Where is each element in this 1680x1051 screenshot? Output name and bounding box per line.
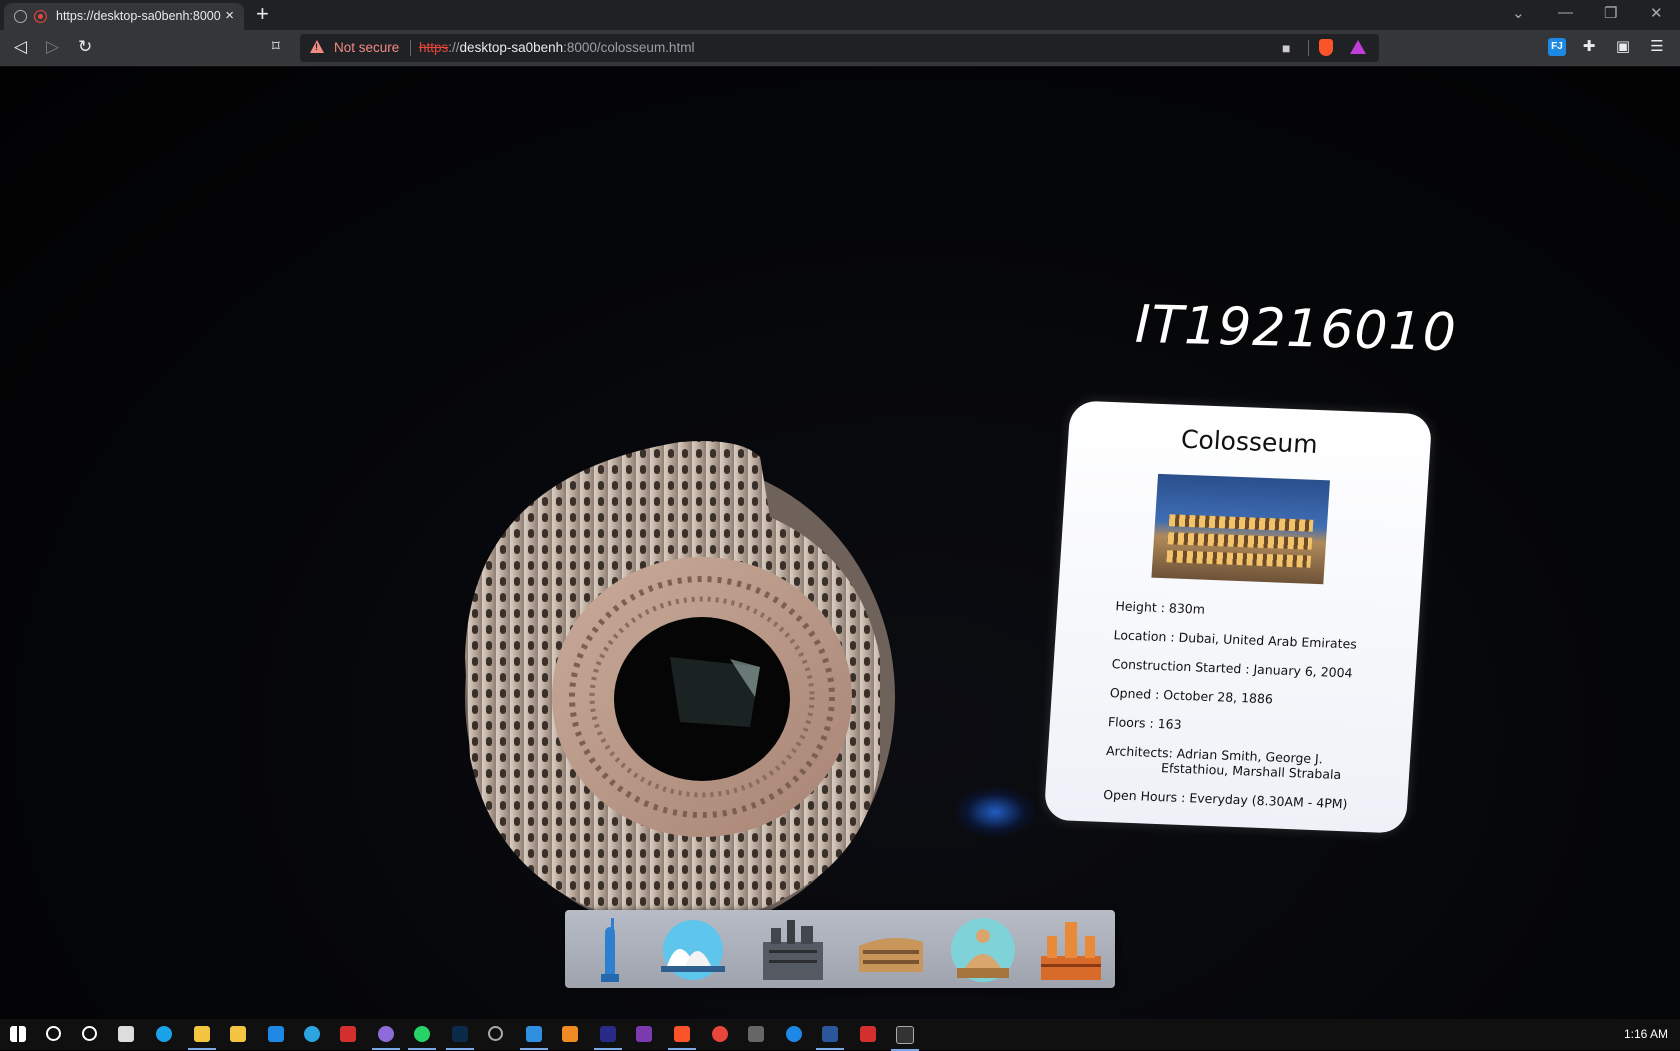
camera-icon[interactable]: ■ (1282, 40, 1290, 56)
divider (1308, 40, 1309, 56)
url-separator: :// (448, 40, 460, 55)
colosseum-icon[interactable] (855, 916, 927, 984)
opened-text: Opned : October 28, 1886 (1109, 685, 1274, 707)
reload-icon[interactable]: ↻ (78, 37, 92, 57)
statue-of-liberty-icon[interactable] (575, 916, 647, 984)
open-hours-text: Open Hours : Everyday (8.30AM - 4PM) (1102, 786, 1348, 812)
landmark-dock (565, 910, 1115, 988)
tab-title: https://desktop-sa0benh:8000 (56, 9, 221, 23)
phpstorm-icon[interactable] (636, 1026, 652, 1042)
buddha-statue-icon[interactable] (947, 916, 1019, 984)
app-purple-icon[interactable] (372, 1026, 400, 1050)
extensions-puzzle-icon[interactable]: ✚ (1580, 38, 1598, 56)
construction-text: Construction Started : January 6, 2004 (1111, 656, 1354, 681)
search-icon[interactable] (46, 1026, 61, 1041)
url-path: :8000/colosseum.html (563, 40, 695, 55)
url-scheme: https (419, 40, 449, 55)
store-icon[interactable] (230, 1026, 246, 1042)
cortana-icon[interactable] (82, 1026, 97, 1041)
intellij-icon[interactable] (594, 1026, 622, 1050)
castle-icon[interactable] (757, 916, 829, 984)
terminal-icon[interactable] (891, 1026, 919, 1051)
restore-icon[interactable]: ❐ (1604, 4, 1617, 22)
photo-arch-row (1167, 532, 1313, 550)
unity-icon[interactable] (748, 1026, 764, 1042)
globe-icon (14, 10, 27, 23)
student-id-text: IT19216010 (1134, 294, 1458, 364)
close-window-icon[interactable]: ✕ (1650, 4, 1663, 22)
photo-arch-row (1168, 514, 1314, 532)
tab-search-chevron-icon[interactable]: ⌄ (1512, 4, 1525, 22)
minimize-icon[interactable]: — (1558, 4, 1573, 21)
app-red-icon[interactable] (340, 1026, 356, 1042)
extension-fj-icon[interactable]: FJ (1548, 38, 1566, 56)
browser-toolbar: ◁ ▷ ↻ ⌑ Not secure https://desktop-sa0be… (0, 30, 1680, 67)
brave-rewards-icon[interactable] (1350, 40, 1366, 54)
url-text[interactable]: https://desktop-sa0benh:8000/colosseum.h… (419, 40, 694, 55)
whatsapp-icon[interactable] (408, 1026, 436, 1050)
brave-shields-icon[interactable] (1319, 39, 1333, 56)
close-tab-icon[interactable]: × (225, 7, 234, 24)
skype-icon[interactable] (786, 1026, 802, 1042)
marker-glow (955, 787, 1035, 837)
photo-arch-row (1166, 550, 1312, 568)
floors-text: Floors : 163 (1107, 714, 1183, 732)
card-title: Colosseum (1180, 424, 1319, 459)
menu-icon[interactable]: ☰ (1648, 38, 1666, 56)
address-bar[interactable]: Not secure https://desktop-sa0benh:8000/… (300, 34, 1379, 62)
forward-icon[interactable]: ▷ (46, 37, 59, 57)
divider (410, 40, 411, 56)
card-details: Height : 830m Location : Dubai, United A… (1102, 598, 1390, 826)
windows-taskbar: 1:16 AM (0, 1019, 1680, 1051)
photoshop-icon[interactable] (446, 1026, 474, 1050)
colosseum-3d-model[interactable] (440, 397, 910, 937)
bookmark-icon[interactable]: ⌑ (272, 37, 280, 55)
url-host: desktop-sa0benh (459, 40, 564, 55)
browser-tab[interactable]: https://desktop-sa0benh:8000 × (4, 3, 244, 30)
clock[interactable]: 1:16 AM (1624, 1027, 1668, 1041)
tab-strip: https://desktop-sa0benh:8000 × + ⌄ — ❐ ✕ (0, 0, 1680, 30)
security-status[interactable]: Not secure (334, 40, 399, 55)
info-card: Colosseum Height : 830m Location : Dubai… (1043, 400, 1433, 834)
file-explorer-icon[interactable] (188, 1026, 216, 1050)
windows-start-icon[interactable] (10, 1026, 26, 1042)
height-text: Height : 830m (1115, 598, 1206, 617)
vscode-icon[interactable] (520, 1026, 548, 1050)
warning-icon (310, 40, 324, 53)
colosseum-photo (1151, 473, 1330, 585)
telegram-icon[interactable] (304, 1026, 320, 1042)
brave-icon[interactable] (668, 1026, 696, 1050)
recording-icon (34, 10, 47, 23)
sydney-opera-house-icon[interactable] (657, 916, 729, 984)
word-icon[interactable] (816, 1026, 844, 1050)
mail-icon[interactable] (268, 1026, 284, 1042)
acrobat-icon[interactable] (860, 1026, 876, 1042)
task-view-icon[interactable] (118, 1026, 134, 1042)
back-icon[interactable]: ◁ (14, 37, 27, 57)
ar-scene[interactable]: IT19216010 Colosseum Height: 830m Locat… (0, 67, 1680, 1019)
new-tab-button[interactable]: + (256, 3, 269, 25)
chrome-icon[interactable] (712, 1026, 728, 1042)
edge-icon[interactable] (156, 1026, 172, 1042)
app-orange-icon[interactable] (562, 1026, 578, 1042)
app-aperture-icon[interactable] (488, 1026, 503, 1041)
temple-icon[interactable] (1035, 916, 1107, 984)
wallet-icon[interactable]: ▣ (1614, 38, 1632, 56)
location-text: Location : Dubai, United Arab Emirates (1113, 627, 1358, 652)
